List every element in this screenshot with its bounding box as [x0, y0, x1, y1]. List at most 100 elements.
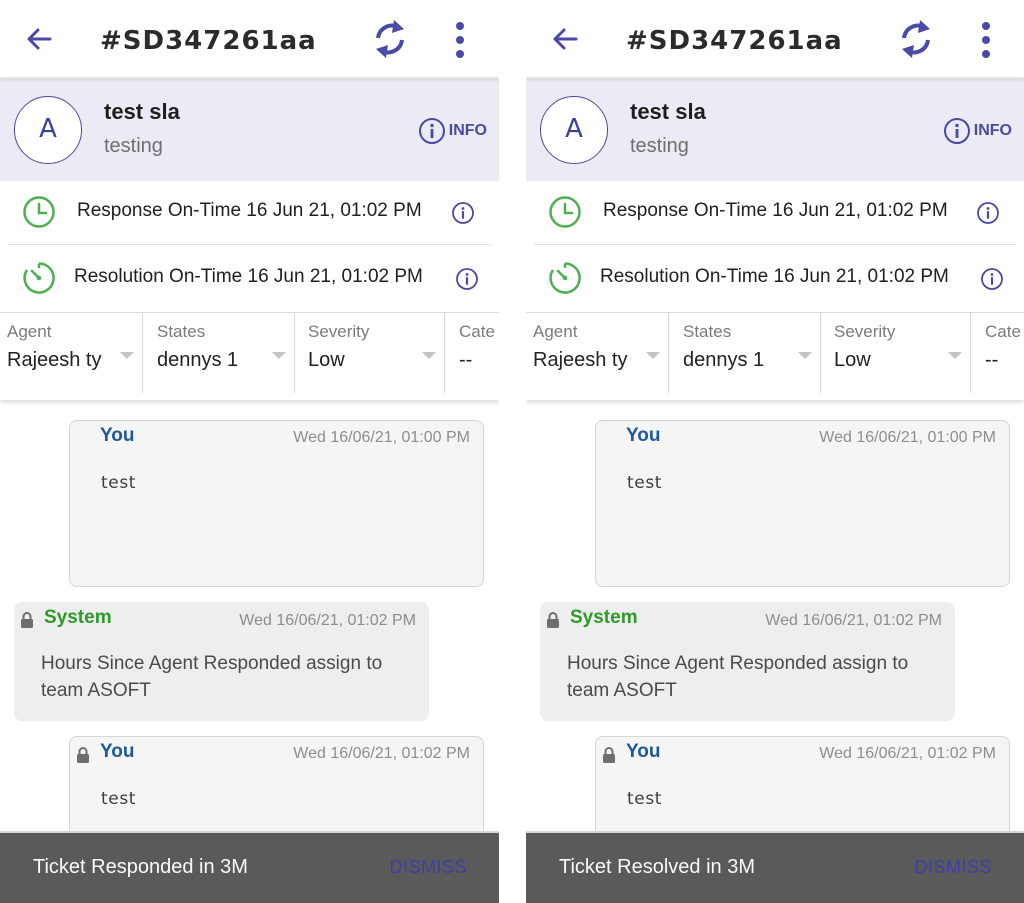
sync-icon[interactable] — [896, 18, 936, 60]
message-body: test — [627, 789, 663, 809]
category-select[interactable]: Cate -- — [971, 313, 1024, 393]
dropdown-caret-icon — [646, 352, 660, 359]
message-list[interactable]: You Wed 16/06/21, 01:00 PM test System W… — [526, 400, 1024, 903]
ticket-fields: Agent Rajeesh ty States dennys 1 Severit… — [0, 312, 499, 400]
dropdown-caret-icon — [120, 352, 134, 359]
sync-icon[interactable] — [370, 18, 410, 60]
dismiss-button[interactable]: DISMISS — [914, 857, 992, 878]
message-time: Wed 16/06/21, 01:02 PM — [819, 745, 996, 762]
dropdown-caret-icon — [272, 352, 286, 359]
customer-subtitle: testing — [630, 135, 689, 157]
agent-label: Agent — [533, 322, 578, 341]
dropdown-caret-icon — [422, 352, 436, 359]
customer-subtitle: testing — [104, 135, 163, 157]
customer-name: test sla — [630, 99, 706, 124]
customer-header: A test sla testing INFO — [0, 79, 499, 181]
avatar: A — [540, 96, 608, 164]
severity-select[interactable]: Severity Low — [295, 313, 445, 393]
lock-icon — [21, 612, 33, 628]
message-time: Wed 16/06/21, 01:00 PM — [819, 429, 996, 446]
more-vert-icon[interactable] — [448, 20, 472, 60]
ticket-id-title: #SD347261aa — [626, 26, 843, 56]
message-list[interactable]: You Wed 16/06/21, 01:00 PM test System W… — [0, 400, 499, 903]
message-body: Hours Since Agent Responded assign to te… — [567, 653, 909, 701]
info-circle-icon[interactable] — [451, 201, 475, 225]
message-author: System — [44, 607, 112, 628]
ticket-screen-right: #SD347261aa A test sla testing INFO Resp… — [526, 0, 1024, 903]
ticket-screen-left: #SD347261aa A test sla testing INFO Resp… — [0, 0, 499, 903]
message-time: Wed 16/06/21, 01:00 PM — [293, 429, 470, 446]
message-time: Wed 16/06/21, 01:02 PM — [293, 745, 470, 762]
snackbar: Ticket Resolved in 3M DISMISS — [526, 831, 1024, 903]
arrow-left-icon[interactable] — [24, 24, 54, 54]
clock-icon — [23, 196, 55, 228]
message-card: You Wed 16/06/21, 01:00 PM test — [69, 420, 484, 587]
severity-label: Severity — [834, 322, 896, 341]
category-value: -- — [985, 349, 999, 371]
states-select[interactable]: States dennys 1 — [670, 313, 821, 393]
severity-value: Low — [308, 349, 345, 371]
message-body: test — [627, 473, 663, 493]
agent-value: Rajeesh ty — [533, 349, 628, 371]
states-select[interactable]: States dennys 1 — [144, 313, 295, 393]
info-button[interactable]: INFO — [943, 116, 1012, 146]
info-circle-icon[interactable] — [980, 267, 1004, 291]
message-author: System — [570, 607, 638, 628]
message-author: You — [626, 425, 661, 446]
sla-resolution-row: Resolution On-Time 16 Jun 21, 01:02 PM — [8, 247, 491, 311]
dropdown-caret-icon — [948, 352, 962, 359]
info-label: INFO — [973, 122, 1012, 139]
screen-gap — [499, 0, 526, 903]
message-author: You — [100, 425, 135, 446]
agent-select[interactable]: Agent Rajeesh ty — [0, 313, 143, 393]
lock-icon — [547, 612, 559, 628]
dropdown-caret-icon — [798, 352, 812, 359]
info-circle-icon[interactable] — [976, 201, 1000, 225]
timer-icon — [23, 262, 55, 294]
sla-response-text: Response On-Time 16 Jun 21, 01:02 PM — [603, 200, 948, 221]
app-bar: #SD347261aa — [526, 0, 1024, 78]
app-bar: #SD347261aa — [0, 0, 499, 78]
info-circle-icon — [418, 118, 445, 144]
ticket-id-title: #SD347261aa — [100, 26, 317, 56]
category-label: Cate — [985, 322, 1021, 341]
info-circle-icon[interactable] — [455, 267, 479, 291]
message-time: Wed 16/06/21, 01:02 PM — [239, 612, 416, 629]
message-author: You — [626, 741, 661, 762]
lock-icon — [77, 747, 89, 763]
ticket-fields: Agent Rajeesh ty States dennys 1 Severit… — [526, 312, 1024, 400]
sla-response-text: Response On-Time 16 Jun 21, 01:02 PM — [77, 200, 422, 221]
agent-value: Rajeesh ty — [7, 349, 102, 371]
severity-value: Low — [834, 349, 871, 371]
avatar: A — [14, 96, 82, 164]
arrow-left-icon[interactable] — [550, 24, 580, 54]
message-card: You Wed 16/06/21, 01:00 PM test — [595, 420, 1010, 587]
lock-icon — [603, 747, 615, 763]
states-label: States — [157, 322, 206, 341]
message-body: Hours Since Agent Responded assign to te… — [41, 653, 383, 701]
severity-select[interactable]: Severity Low — [821, 313, 971, 393]
more-vert-icon[interactable] — [974, 20, 998, 60]
states-value: dennys 1 — [157, 349, 239, 371]
message-author: You — [100, 741, 135, 762]
states-value: dennys 1 — [683, 349, 765, 371]
customer-name: test sla — [104, 99, 180, 124]
severity-label: Severity — [308, 322, 370, 341]
timer-icon — [549, 262, 581, 294]
category-label: Cate — [459, 322, 495, 341]
system-message-card: System Wed 16/06/21, 01:02 PM Hours Sinc… — [14, 602, 429, 721]
sla-response-row: Response On-Time 16 Jun 21, 01:02 PM — [8, 181, 491, 245]
info-circle-icon — [943, 118, 970, 144]
message-time: Wed 16/06/21, 01:02 PM — [765, 612, 942, 629]
dismiss-button[interactable]: DISMISS — [389, 857, 467, 878]
sla-resolution-row: Resolution On-Time 16 Jun 21, 01:02 PM — [534, 247, 1016, 311]
snackbar: Ticket Responded in 3M DISMISS — [0, 831, 499, 903]
sla-response-row: Response On-Time 16 Jun 21, 01:02 PM — [534, 181, 1016, 245]
category-select[interactable]: Cate -- — [445, 313, 499, 393]
snackbar-message: Ticket Resolved in 3M — [559, 856, 755, 878]
message-body: test — [101, 473, 137, 493]
info-button[interactable]: INFO — [418, 116, 487, 146]
message-body: test — [101, 789, 137, 809]
agent-select[interactable]: Agent Rajeesh ty — [526, 313, 669, 393]
snackbar-message: Ticket Responded in 3M — [33, 856, 248, 878]
